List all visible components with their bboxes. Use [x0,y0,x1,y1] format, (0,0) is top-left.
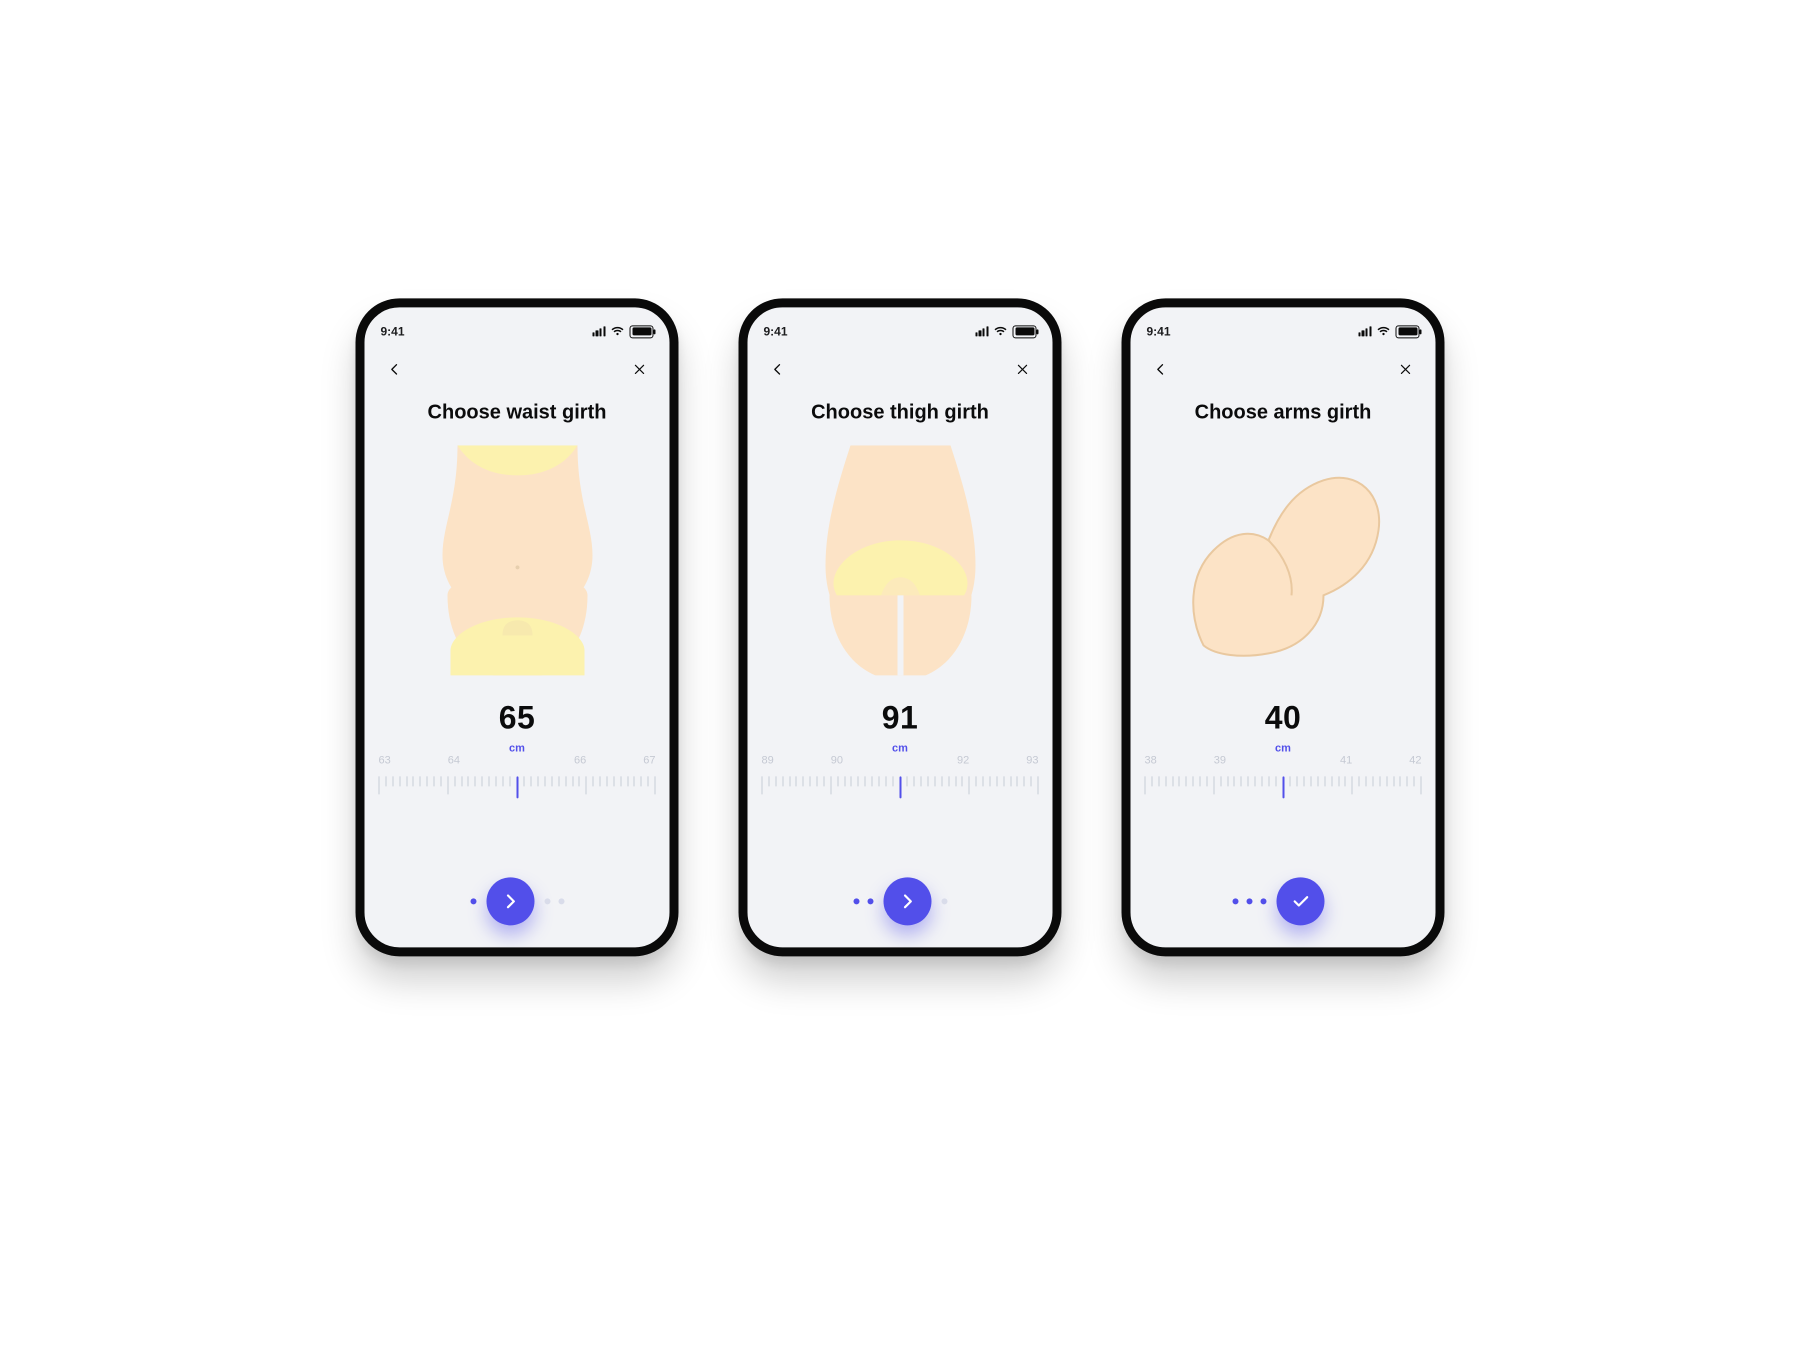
status-bar: 9:41 [365,307,670,345]
progress-dots [1232,898,1266,904]
phone-waist: 9:41 Choose waist girth [356,298,679,956]
bottom-bar [748,877,1053,925]
ruler-tick-label: 41 [1340,754,1352,766]
status-time: 9:41 [764,324,788,338]
close-icon [633,362,647,376]
back-button[interactable] [1147,355,1175,383]
top-nav [1131,345,1436,383]
chevron-left-icon [1153,361,1169,377]
ruler-tick-label: 38 [1145,754,1157,766]
battery-icon [1396,325,1420,338]
phone-thigh: 9:41 Choose thigh girth [739,298,1062,956]
status-bar: 9:41 [748,307,1053,345]
ruler-tick-label: 66 [574,754,586,766]
ruler-tick-label: 64 [448,754,460,766]
bottom-bar [1131,877,1436,925]
cellular-icon [975,326,988,336]
close-button[interactable] [626,355,654,383]
screen-title: Choose thigh girth [748,401,1053,424]
ruler-tick-label: 90 [831,754,843,766]
wifi-icon [611,326,625,336]
status-indicators [592,325,653,338]
back-button[interactable] [381,355,409,383]
status-time: 9:41 [381,324,405,338]
next-button[interactable] [486,877,534,925]
wifi-icon [994,326,1008,336]
chevron-left-icon [770,361,786,377]
ruler-ticks [365,776,670,798]
screen-title: Choose waist girth [365,401,670,424]
ruler-slider[interactable]: 89 90 92 93 [748,756,1053,798]
ruler-labels: 63 64 66 67 [365,754,670,766]
back-button[interactable] [764,355,792,383]
bottom-bar [365,877,670,925]
ruler-tick-label: 42 [1409,754,1421,766]
ruler-ticks [748,776,1053,798]
next-button[interactable] [883,877,931,925]
close-button[interactable] [1392,355,1420,383]
progress-dots-right [544,898,564,904]
status-bar: 9:41 [1131,307,1436,345]
screen-title: Choose arms girth [1131,401,1436,424]
ruler-tick-label: 39 [1214,754,1226,766]
cellular-icon [592,326,605,336]
chevron-right-icon [897,891,917,911]
selected-value: 65 [365,699,670,736]
progress-dots-right [941,898,947,904]
status-indicators [1358,325,1419,338]
battery-icon [1013,325,1037,338]
ruler-tick-label: 89 [762,754,774,766]
check-icon [1290,891,1310,911]
chevron-right-icon [500,891,520,911]
progress-dots [853,898,873,904]
progress-dots [470,898,476,904]
close-button[interactable] [1009,355,1037,383]
top-nav [365,345,670,383]
unit-label: cm [365,742,670,754]
selected-value: 40 [1131,699,1436,736]
ruler-slider[interactable]: 63 64 66 67 [365,756,670,798]
wifi-icon [1377,326,1391,336]
status-indicators [975,325,1036,338]
phone-arms: 9:41 Choose arms girth 40 [1122,298,1445,956]
showcase-row: 9:41 Choose waist girth [356,298,1445,956]
cellular-icon [1358,326,1371,336]
waist-illustration [365,432,670,687]
thigh-illustration [748,432,1053,687]
ruler-tick-label: 63 [379,754,391,766]
battery-icon [630,325,654,338]
close-icon [1016,362,1030,376]
ruler-tick-label: 67 [643,754,655,766]
finish-button[interactable] [1276,877,1324,925]
status-time: 9:41 [1147,324,1171,338]
selected-value: 91 [748,699,1053,736]
ruler-ticks [1131,776,1436,798]
close-icon [1399,362,1413,376]
ruler-slider[interactable]: 38 39 41 42 [1131,756,1436,798]
chevron-left-icon [387,361,403,377]
ruler-tick-label: 92 [957,754,969,766]
arm-illustration [1131,432,1436,687]
unit-label: cm [1131,742,1436,754]
ruler-tick-label: 93 [1026,754,1038,766]
ruler-labels: 89 90 92 93 [748,754,1053,766]
unit-label: cm [748,742,1053,754]
ruler-labels: 38 39 41 42 [1131,754,1436,766]
top-nav [748,345,1053,383]
